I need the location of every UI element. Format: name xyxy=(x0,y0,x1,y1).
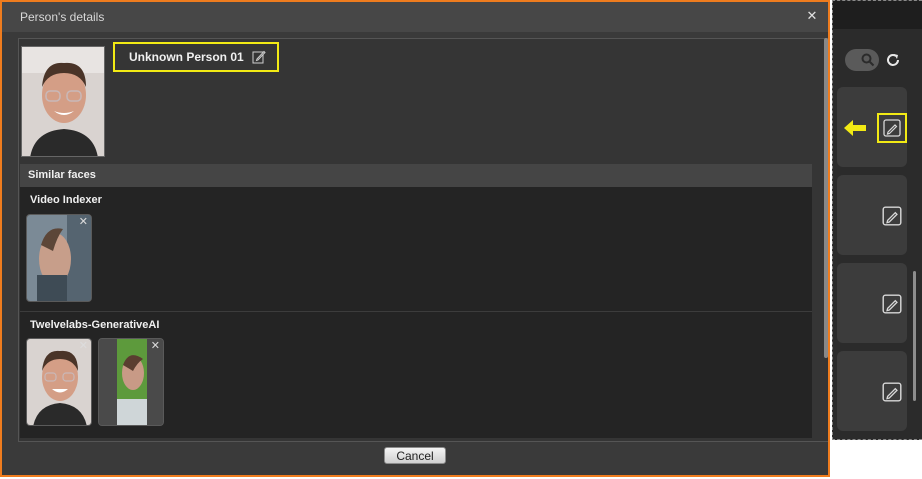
dialog-scrollbar[interactable] xyxy=(824,38,828,358)
person-name-box: Unknown Person 01 xyxy=(113,42,279,72)
person-name: Unknown Person 01 xyxy=(129,50,244,64)
background-panel xyxy=(832,0,922,440)
close-icon[interactable]: ✕ xyxy=(806,9,818,22)
edit-person-button[interactable] xyxy=(877,113,907,143)
dialog-titlebar: Person's details ✕ xyxy=(2,2,828,32)
arrow-left-icon xyxy=(844,120,866,136)
face-thumbnail[interactable]: ✕ xyxy=(26,214,92,302)
search-button[interactable] xyxy=(845,49,879,71)
refresh-icon[interactable] xyxy=(883,50,903,70)
remove-face-icon[interactable]: ✕ xyxy=(79,341,88,352)
face-thumbnail[interactable]: ✕ xyxy=(98,338,164,426)
person-photo xyxy=(21,46,105,157)
group-title-video-indexer: Video Indexer xyxy=(30,194,102,206)
similar-faces-header: Similar faces xyxy=(20,164,812,187)
similar-faces-list: Video Indexer ✕ Twelvelabs-GenerativeAI xyxy=(20,187,812,438)
face-thumbnail[interactable]: ✕ xyxy=(26,338,92,426)
tag-edit-icon[interactable] xyxy=(881,381,903,403)
dialog-title: Person's details xyxy=(20,10,105,24)
tag-edit-icon[interactable] xyxy=(881,293,903,315)
divider xyxy=(20,311,812,312)
tag-edit-icon xyxy=(883,119,901,137)
group-title-twelvelabs: Twelvelabs-GenerativeAI xyxy=(30,319,160,331)
background-scrollbar[interactable] xyxy=(913,271,916,401)
person-card[interactable] xyxy=(837,351,907,431)
background-topbar xyxy=(833,1,922,29)
search-icon xyxy=(861,53,875,67)
person-details-dialog: Person's details ✕ Unknown Person 01 Sim… xyxy=(0,0,830,477)
pencil-edit-icon[interactable] xyxy=(252,50,266,64)
person-card[interactable] xyxy=(837,175,907,255)
cancel-button[interactable]: Cancel xyxy=(384,447,446,464)
person-card[interactable] xyxy=(837,263,907,343)
remove-face-icon[interactable]: ✕ xyxy=(79,217,88,228)
tag-edit-icon[interactable] xyxy=(881,205,903,227)
remove-face-icon[interactable]: ✕ xyxy=(151,341,160,352)
